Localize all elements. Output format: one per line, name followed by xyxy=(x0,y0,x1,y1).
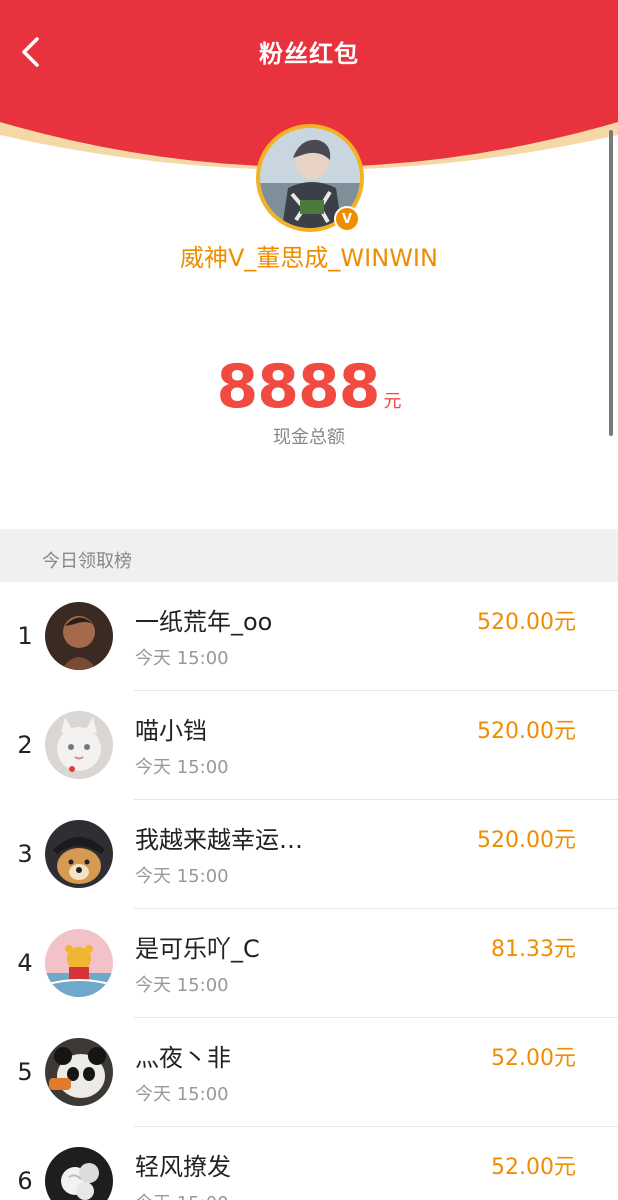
avatar-image xyxy=(45,1038,113,1106)
claim-time: 今天 15:00 xyxy=(135,648,229,669)
page-title: 粉丝红包 xyxy=(259,40,359,68)
user-name: 喵小铛 xyxy=(135,717,207,745)
total-amount: 8888 元 xyxy=(0,352,618,422)
rank-number: 2 xyxy=(17,731,33,759)
total-amount-label: 现金总额 xyxy=(273,427,345,448)
user-name: 一纸荒年_oo xyxy=(135,608,273,636)
avatar-image xyxy=(45,929,113,997)
creator-name[interactable]: 威神V_董思成_WINWIN xyxy=(0,238,618,273)
rank-number: 1 xyxy=(17,622,33,650)
ranking-title: 今日领取榜 xyxy=(42,551,132,572)
rank-number: 6 xyxy=(17,1167,33,1195)
claim-amount: 81.33元 xyxy=(491,937,576,962)
claim-time: 今天 15:00 xyxy=(135,866,229,887)
avatar[interactable] xyxy=(45,1147,113,1200)
claim-time: 今天 15:00 xyxy=(135,1084,229,1105)
claim-amount: 520.00元 xyxy=(477,828,576,853)
verified-badge-icon: V xyxy=(334,206,360,232)
user-name: 我越来越幸运… xyxy=(135,826,303,854)
avatar-image xyxy=(45,711,113,779)
avatar[interactable] xyxy=(45,1038,113,1106)
claim-amount: 520.00元 xyxy=(477,719,576,744)
ranking-section-header: 今日领取榜 xyxy=(0,529,618,582)
list-item[interactable]: 5 灬夜丶非 今天 15:00 52.00元 xyxy=(0,1018,618,1127)
total-amount-value: 8888 xyxy=(216,352,381,422)
claim-time: 今天 15:00 xyxy=(135,975,229,996)
avatar-image xyxy=(45,1147,113,1200)
avatar-image xyxy=(45,602,113,670)
rank-number: 4 xyxy=(17,949,33,977)
user-name: 灬夜丶非 xyxy=(135,1044,231,1072)
claim-amount: 52.00元 xyxy=(491,1046,576,1071)
claim-amount: 52.00元 xyxy=(491,1155,576,1180)
avatar[interactable] xyxy=(45,602,113,670)
list-item[interactable]: 2 喵小铛 今天 15:00 520.00元 xyxy=(0,691,618,800)
user-name: 是可乐吖_C xyxy=(135,935,260,963)
avatar[interactable] xyxy=(45,929,113,997)
avatar[interactable] xyxy=(45,820,113,888)
list-item[interactable]: 4 是可乐吖_C 今天 15:00 81.33元 xyxy=(0,909,618,1018)
user-name: 轻风撩发 xyxy=(135,1153,231,1181)
list-item[interactable]: 6 轻风撩发 今天 15:00 52.00元 xyxy=(0,1127,618,1200)
avatar[interactable] xyxy=(45,711,113,779)
ranking-list: 1 一纸荒年_oo 今天 15:00 520.00元 2 喵小铛 今天 15:0… xyxy=(0,582,618,1200)
list-item[interactable]: 3 我越来越幸运… 今天 15:00 520.00元 xyxy=(0,800,618,909)
avatar-image xyxy=(45,820,113,888)
total-amount-unit: 元 xyxy=(383,391,402,412)
scrollbar[interactable] xyxy=(609,130,613,436)
rank-number: 3 xyxy=(17,840,33,868)
claim-time: 今天 15:00 xyxy=(135,1189,229,1200)
rank-number: 5 xyxy=(17,1058,33,1086)
claim-amount: 520.00元 xyxy=(477,610,576,635)
list-item[interactable]: 1 一纸荒年_oo 今天 15:00 520.00元 xyxy=(0,582,618,691)
claim-time: 今天 15:00 xyxy=(135,757,229,778)
